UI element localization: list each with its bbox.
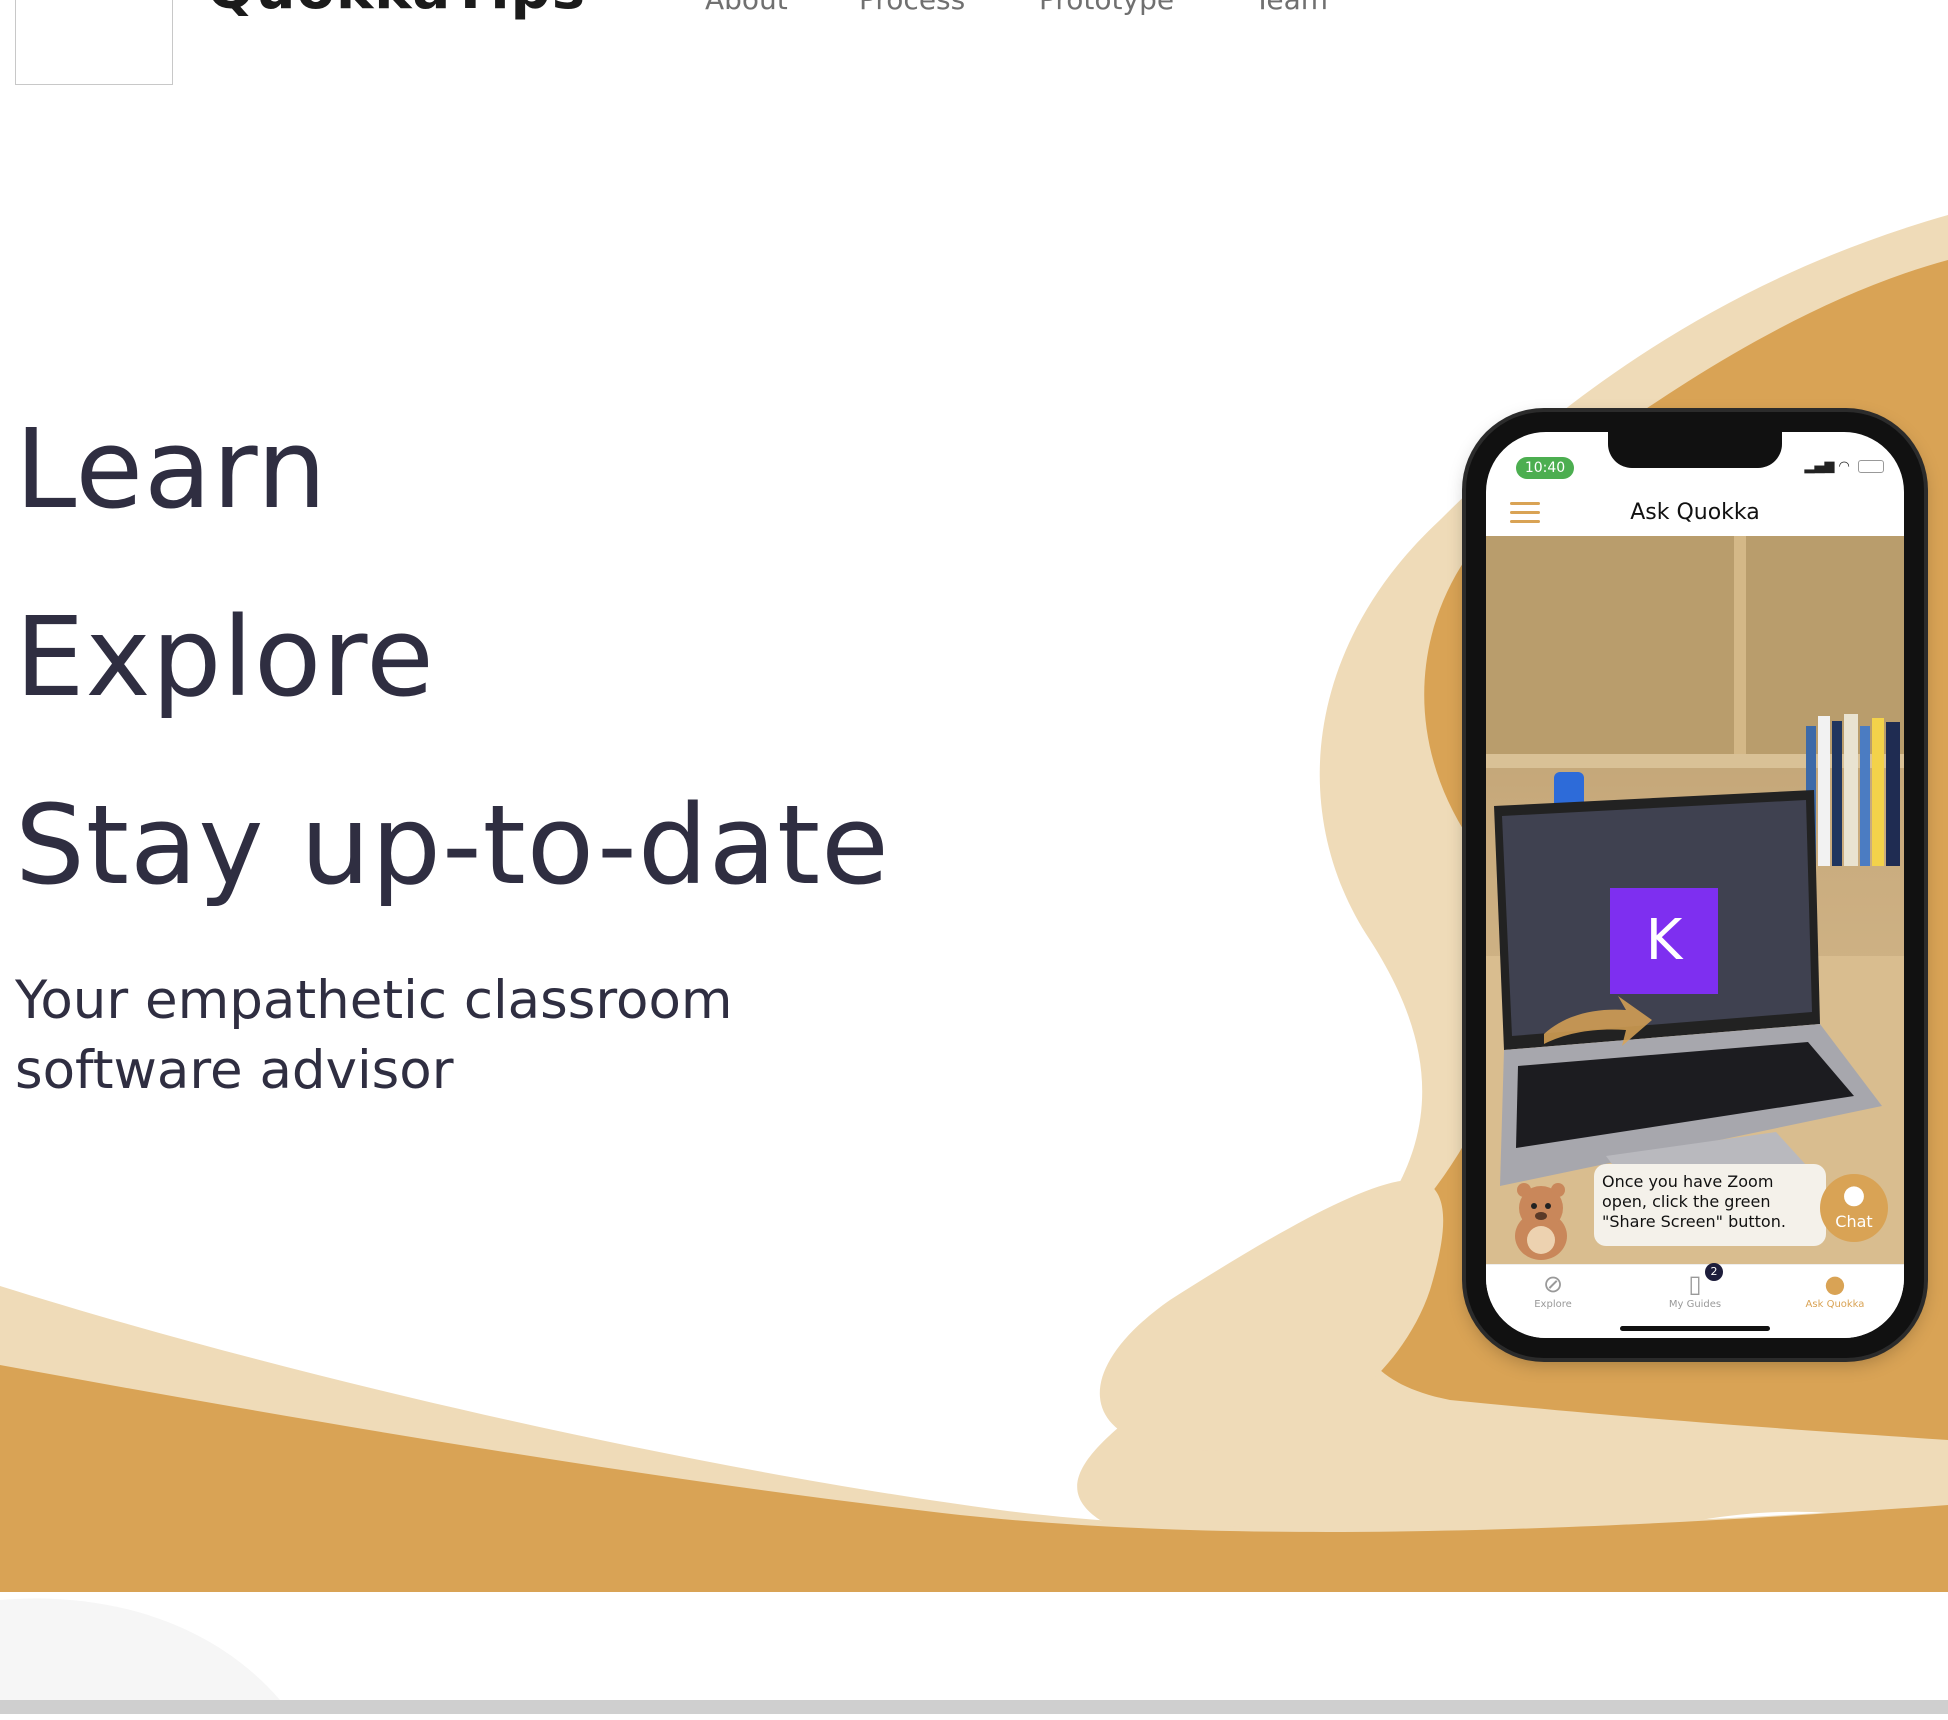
tab-explore-label: Explore	[1534, 1299, 1572, 1310]
chat-button[interactable]: ● Chat	[1820, 1174, 1888, 1242]
kahoot-tile: K	[1610, 888, 1718, 994]
phone-screen: 10:40 ▂▄▆ ◠ Ask Quokka K Once you have Z…	[1486, 432, 1904, 1338]
guides-badge: 2	[1705, 1263, 1723, 1281]
hero-line-learn: Learn	[15, 405, 328, 533]
chat-icon: ●	[1824, 1270, 1846, 1298]
chat-bubble-icon: ●	[1842, 1180, 1866, 1210]
app-title: Ask Quokka	[1630, 500, 1760, 525]
nav-about[interactable]: About	[705, 0, 788, 14]
tab-explore[interactable]: ⊘ Explore	[1493, 1269, 1613, 1310]
quokka-mascot-icon	[1515, 1183, 1567, 1260]
tagline-line-2: software advisor	[15, 1040, 454, 1101]
hero-line-explore: Explore	[15, 593, 435, 721]
status-time: 10:40	[1516, 457, 1574, 479]
home-indicator	[1620, 1326, 1770, 1331]
status-icons: ▂▄▆ ◠	[1804, 459, 1884, 474]
phone-notch	[1608, 432, 1782, 468]
tab-bar: ⊘ Explore ▯ 2 My Guides ● Ask Quokka	[1486, 1263, 1904, 1338]
nav-prototype[interactable]: Prototype	[1039, 0, 1174, 14]
nav-team[interactable]: Team	[1254, 0, 1328, 14]
wifi-icon: ◠	[1838, 459, 1850, 474]
compass-icon: ⊘	[1542, 1270, 1564, 1298]
brand-name[interactable]: QuokkaTips	[207, 0, 586, 18]
camera-view: K Once you have Zoom open, click the gre…	[1486, 536, 1904, 1264]
phone-mockup: 10:40 ▂▄▆ ◠ Ask Quokka K Once you have Z…	[1466, 412, 1924, 1358]
battery-icon	[1858, 460, 1884, 473]
tab-ask-quokka[interactable]: ● Ask Quokka	[1775, 1269, 1895, 1310]
chat-bubble: Once you have Zoom open, click the green…	[1594, 1164, 1826, 1246]
book-icon: ▯ 2	[1635, 1263, 1755, 1299]
chat-button-label: Chat	[1835, 1212, 1873, 1231]
tagline-line-1: Your empathetic classroom	[15, 970, 733, 1031]
nav-process[interactable]: Process	[859, 0, 965, 14]
signal-icon: ▂▄▆	[1804, 459, 1835, 474]
hero-tagline: Your empathetic classroom software advis…	[15, 966, 835, 1106]
page-bottom-divider	[0, 1700, 1948, 1714]
tab-my-guides[interactable]: ▯ 2 My Guides	[1635, 1263, 1755, 1310]
hero-line-stay-up-to-date: Stay up-to-date	[15, 781, 890, 909]
tab-my-guides-label: My Guides	[1668, 1299, 1722, 1310]
app-header: Ask Quokka	[1486, 492, 1904, 536]
logo-placeholder[interactable]	[15, 0, 173, 85]
tab-ask-quokka-label: Ask Quokka	[1805, 1299, 1865, 1310]
